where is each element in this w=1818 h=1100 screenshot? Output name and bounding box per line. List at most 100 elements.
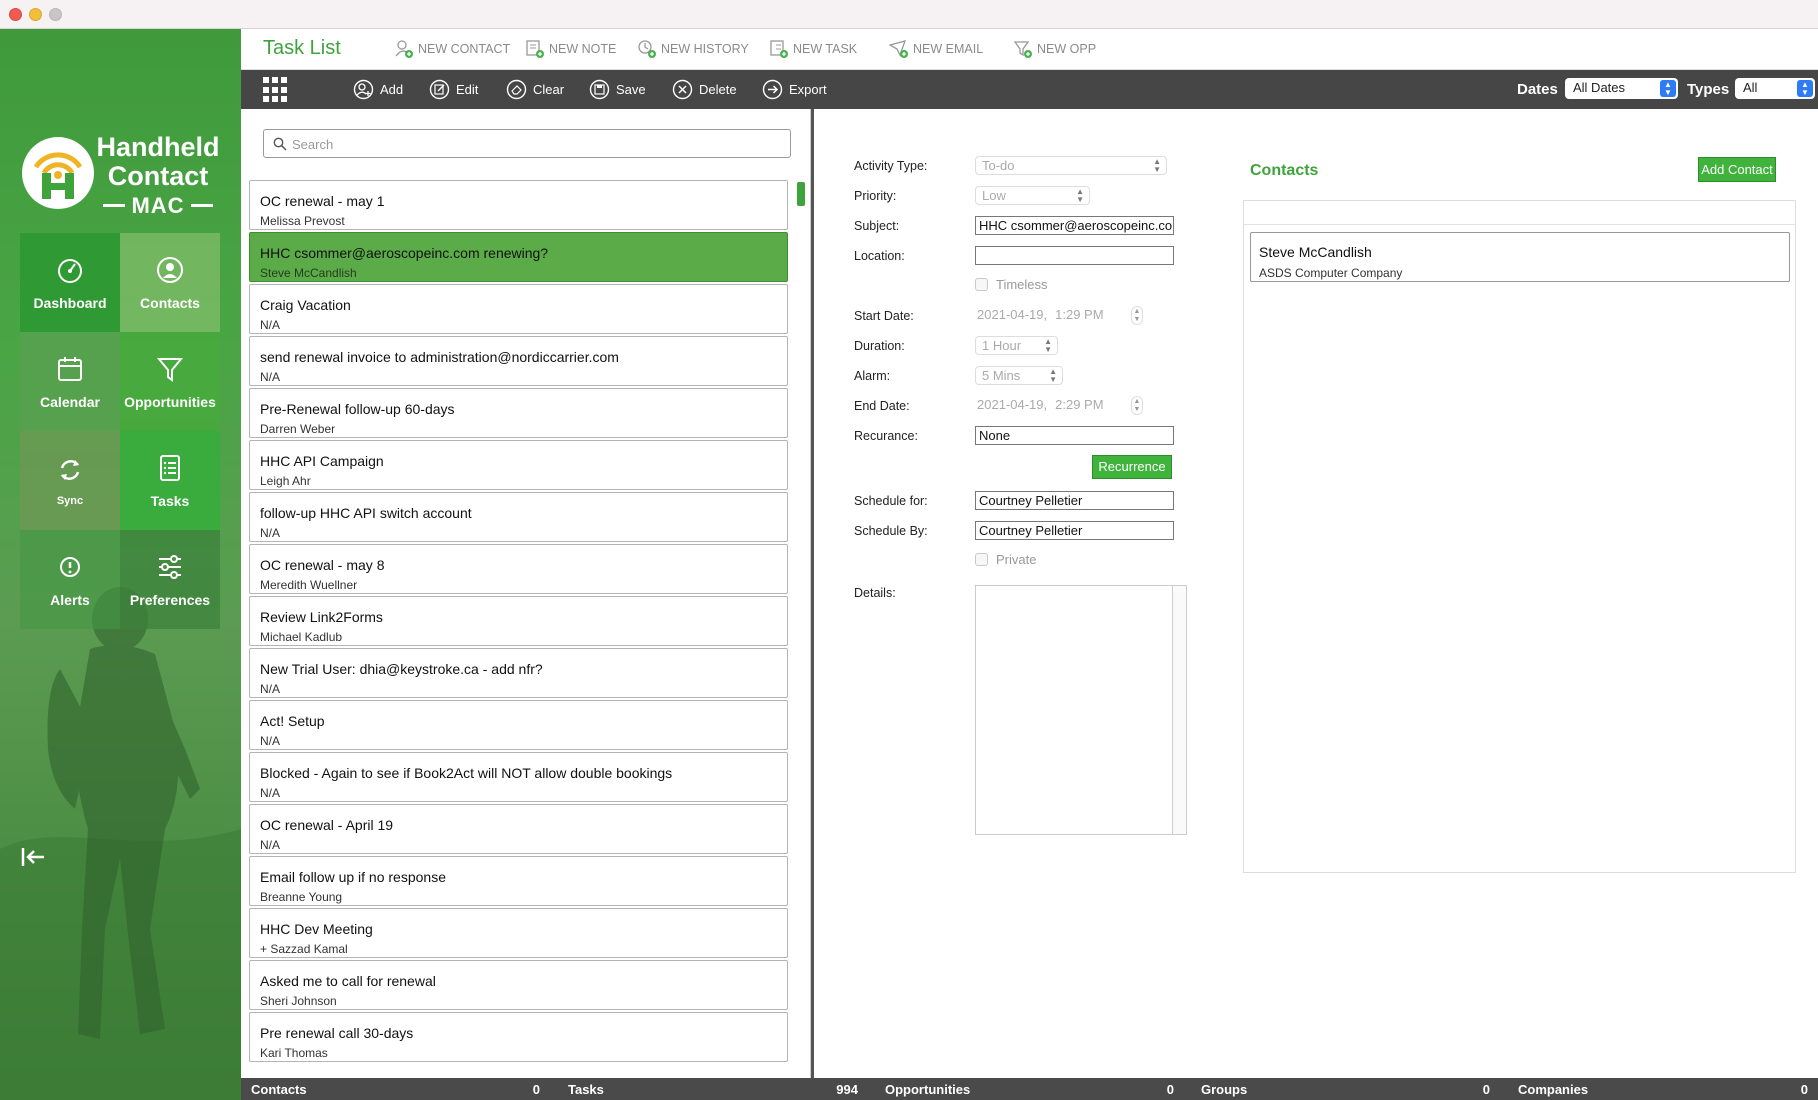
search-icon: [273, 137, 287, 151]
status-opportunities-label: Opportunities: [885, 1082, 971, 1097]
recurrence-button[interactable]: Recurrence: [1092, 455, 1172, 479]
task-contact: Sheri Johnson: [260, 994, 337, 1008]
end-date-field[interactable]: 2021-04-19, 2:29 PM: [975, 396, 1106, 415]
task-contact: N/A: [260, 734, 281, 748]
task-row[interactable]: OC renewal - may 8 Meredith Wuellner: [249, 544, 788, 594]
private-checkbox[interactable]: Private: [975, 552, 1036, 567]
location-field[interactable]: [975, 246, 1174, 265]
details-scrollbar[interactable]: [1172, 586, 1186, 834]
contact-card[interactable]: Steve McCandlish ASDS Computer Company: [1250, 232, 1790, 282]
task-row[interactable]: Pre renewal call 30-days Kari Thomas: [249, 1012, 788, 1062]
export-button[interactable]: Export: [762, 79, 827, 100]
add-contact-button[interactable]: Add Contact: [1698, 157, 1776, 182]
window-titlebar: [0, 0, 1818, 29]
alarm-label: Alarm:: [854, 369, 891, 383]
add-label: Add: [380, 82, 404, 97]
duration-select[interactable]: 1 Hour ▲ ▼: [975, 336, 1058, 355]
clear-label: Clear: [533, 82, 565, 97]
timeless-checkbox[interactable]: Timeless: [975, 277, 1048, 292]
sidebar: Handheld Contact MAC Dashboard Contacts …: [0, 29, 241, 1100]
nav-preferences[interactable]: Preferences: [120, 530, 220, 629]
start-time-value: 1:29 PM: [1055, 307, 1104, 322]
task-row[interactable]: send renewal invoice to administration@n…: [249, 336, 788, 386]
new-email-button[interactable]: NEW EMAIL: [889, 39, 983, 59]
alarm-select[interactable]: 5 Mins ▲ ▼: [975, 366, 1063, 385]
close-window-button[interactable]: [9, 8, 22, 21]
task-row[interactable]: HHC Dev Meeting + Sazzad Kamal: [249, 908, 788, 958]
calendar-icon: [58, 356, 82, 381]
delete-button[interactable]: Delete: [672, 79, 737, 100]
schedule-by-field[interactable]: Courtney Pelletier: [975, 521, 1174, 540]
nav-calendar[interactable]: Calendar: [20, 332, 120, 431]
edit-button[interactable]: Edit: [429, 79, 478, 100]
linked-contacts-list: Steve McCandlish ASDS Computer Company: [1243, 200, 1796, 873]
save-label: Save: [616, 82, 646, 97]
new-opportunity-button[interactable]: NEW OPP: [1013, 39, 1096, 59]
subject-field[interactable]: HHC csommer@aeroscopeinc.co: [975, 216, 1174, 235]
task-row[interactable]: HHC csommer@aeroscopeinc.com renewing? St…: [249, 232, 788, 282]
task-row[interactable]: Act! Setup N/A: [249, 700, 788, 750]
task-subject: Asked me to call for renewal: [260, 973, 436, 989]
task-row[interactable]: OC renewal - April 19 N/A: [249, 804, 788, 854]
contact-name: Steve McCandlish: [1259, 244, 1372, 260]
new-history-label: NEW HISTORY: [661, 42, 749, 56]
task-contact: Darren Weber: [260, 422, 336, 436]
task-row[interactable]: HHC API Campaign Leigh Ahr: [249, 440, 788, 490]
collapse-sidebar-icon[interactable]: [20, 844, 46, 870]
action-toolbar: Add Edit Clear Save Delete Export Dates …: [241, 70, 1818, 109]
search-box[interactable]: [263, 129, 791, 158]
task-row[interactable]: Blocked - Again to see if Book2Act will …: [249, 752, 788, 802]
task-row[interactable]: follow-up HHC API switch account N/A: [249, 492, 788, 542]
task-row[interactable]: Craig Vacation N/A: [249, 284, 788, 334]
new-history-button[interactable]: NEW HISTORY: [637, 39, 749, 59]
search-input[interactable]: [292, 134, 782, 154]
nav-contacts[interactable]: Contacts: [120, 233, 220, 332]
dates-filter-label: Dates: [1517, 81, 1558, 98]
nav-calendar-label: Calendar: [40, 393, 100, 410]
new-contact-button[interactable]: NEW CONTACT: [394, 39, 510, 59]
start-date-stepper[interactable]: ▲ ▼: [1131, 306, 1143, 325]
eraser-icon: [506, 79, 527, 100]
nav-sync[interactable]: Sync: [20, 431, 120, 530]
task-row[interactable]: Review Link2Forms Michael Kadlub: [249, 596, 788, 646]
new-note-button[interactable]: NEW NOTE: [525, 39, 616, 59]
clear-button[interactable]: Clear: [506, 79, 564, 100]
task-row[interactable]: New Trial User: dhia@keystroke.ca - add …: [249, 648, 788, 698]
start-date-field[interactable]: 2021-04-19, 1:29 PM: [975, 306, 1106, 325]
task-row[interactable]: Email follow up if no response Breanne Yo…: [249, 856, 788, 906]
details-textarea[interactable]: [975, 585, 1187, 835]
start-date-value: 2021-04-19,: [977, 307, 1048, 322]
task-row[interactable]: Asked me to call for renewal Sheri Johnso…: [249, 960, 788, 1010]
save-button[interactable]: Save: [589, 79, 646, 100]
nav-tasks[interactable]: Tasks: [120, 431, 220, 530]
recurance-field[interactable]: None: [975, 426, 1174, 445]
new-task-button[interactable]: NEW TASK: [769, 39, 857, 59]
status-bar: Contacts 0 Tasks 994 Opportunities 0 Gro…: [241, 1078, 1818, 1100]
task-contact: + Sazzad Kamal: [260, 942, 348, 956]
schedule-for-field[interactable]: Courtney Pelletier: [975, 491, 1174, 510]
dates-filter-select[interactable]: All Dates ▲ ▼: [1565, 78, 1678, 99]
recurance-label: Recurance:: [854, 429, 918, 443]
priority-select[interactable]: Low ▲ ▼: [975, 186, 1090, 205]
status-tasks-count: 994: [836, 1082, 858, 1097]
nav-dashboard[interactable]: Dashboard: [20, 233, 120, 332]
contacts-list-header: [1244, 201, 1795, 225]
task-row[interactable]: OC renewal - may 1 Melissa Prevost: [249, 180, 788, 230]
minimize-window-button[interactable]: [29, 8, 42, 21]
status-groups-label: Groups: [1201, 1082, 1248, 1097]
select-arrows-icon: ▲ ▼: [1797, 80, 1813, 97]
activity-type-select[interactable]: To-do ▲ ▼: [975, 156, 1167, 175]
app-grid-icon[interactable]: [263, 77, 289, 103]
delete-label: Delete: [699, 82, 737, 97]
task-row[interactable]: Pre-Renewal follow-up 60-days Darren Webe…: [249, 388, 788, 438]
status-tasks-label: Tasks: [568, 1082, 604, 1097]
types-filter-value: All: [1743, 80, 1758, 95]
zoom-window-button[interactable]: [49, 8, 62, 21]
end-date-stepper[interactable]: ▲ ▼: [1131, 396, 1143, 415]
task-contact: Breanne Young: [260, 890, 343, 904]
nav-opportunities[interactable]: Opportunities: [120, 332, 220, 431]
task-list-scrollbar[interactable]: [797, 182, 805, 206]
add-button[interactable]: Add: [353, 79, 403, 100]
types-filter-select[interactable]: All ▲ ▼: [1735, 78, 1815, 99]
nav-alerts[interactable]: Alerts: [20, 530, 120, 629]
